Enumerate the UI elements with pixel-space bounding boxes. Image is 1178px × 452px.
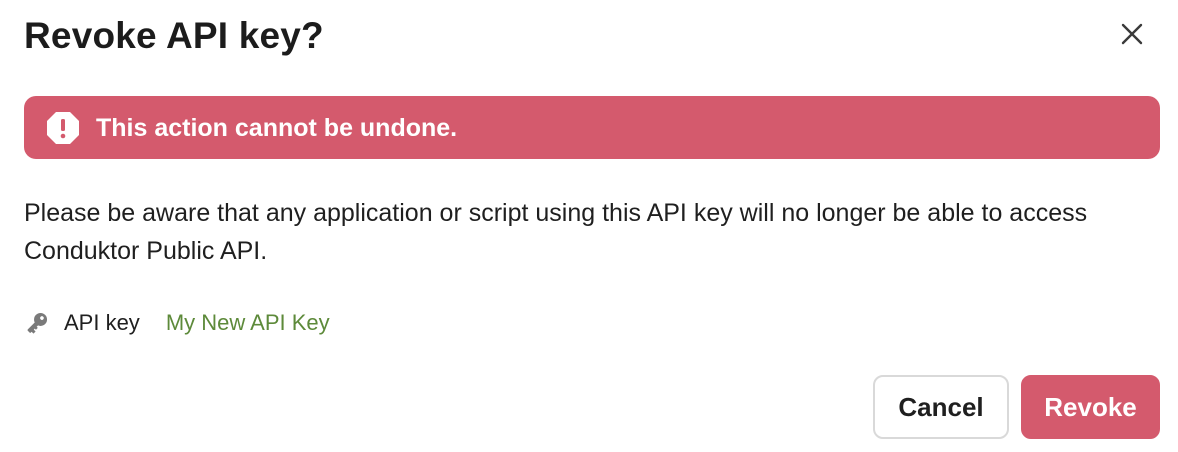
api-key-name: My New API Key [165,310,330,335]
warning-message: Please be aware that any application or … [24,199,1088,265]
close-button[interactable] [1112,16,1152,56]
revoke-button[interactable]: Revoke [1021,375,1160,439]
close-icon [1120,22,1144,51]
warning-alert: This action cannot be undone. [24,96,1160,159]
alert-octagon-icon [46,111,80,145]
key-icon [24,310,50,336]
api-key-row: API key My New API Key [24,306,330,340]
dialog-title: Revoke API key? [24,15,324,56]
alert-text: This action cannot be undone. [96,113,458,142]
revoke-api-key-dialog: Revoke API key? This action cannot be un… [0,0,1178,452]
cancel-button[interactable]: Cancel [873,375,1009,439]
api-key-label: API key [64,310,140,335]
